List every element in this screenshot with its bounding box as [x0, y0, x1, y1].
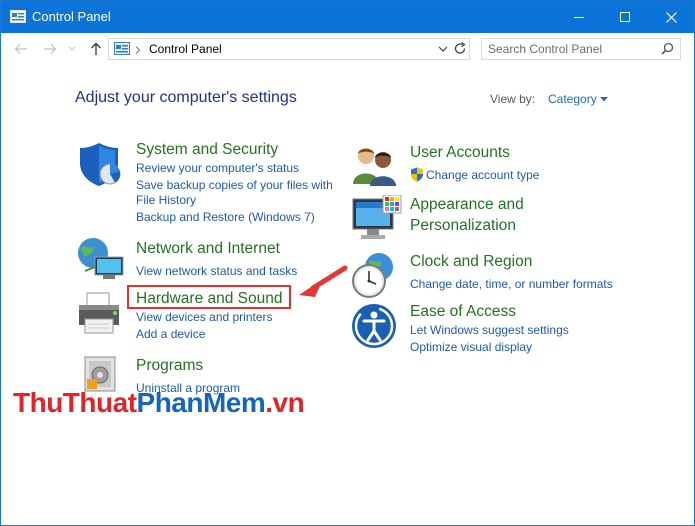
- review-status-link[interactable]: Review your computer's status: [136, 161, 299, 175]
- chevron-down-icon: [68, 46, 76, 51]
- user-accounts-link[interactable]: User Accounts: [410, 144, 510, 162]
- minimize-button[interactable]: [556, 1, 602, 33]
- red-arrow-annotation: [299, 265, 348, 297]
- page-heading: Adjust your computer's settings: [75, 89, 297, 106]
- breadcrumb-control-panel[interactable]: Control Panel: [149, 42, 222, 56]
- view-devices-printers-link[interactable]: View devices and printers: [136, 310, 273, 324]
- breadcrumb-separator-icon: [135, 46, 141, 54]
- maximize-button[interactable]: [602, 1, 648, 33]
- system-and-security-link[interactable]: System and Security: [136, 141, 278, 159]
- change-account-type-link[interactable]: Change account type: [426, 168, 539, 182]
- title-bar[interactable]: Control Panel: [1, 1, 694, 33]
- address-bar[interactable]: Control Panel: [108, 38, 470, 60]
- appearance-personalization-link-line1[interactable]: Appearance and: [410, 196, 524, 214]
- clock-globe-icon: [352, 253, 393, 298]
- recent-locations-button[interactable]: [67, 41, 77, 57]
- search-box[interactable]: [481, 38, 681, 60]
- ease-of-access-icon: [352, 304, 396, 348]
- change-date-formats-link[interactable]: Change date, time, or number formats: [410, 277, 613, 291]
- add-device-link[interactable]: Add a device: [136, 327, 205, 341]
- save-backup-copies-link[interactable]: Save backup copies of your files with: [136, 178, 333, 192]
- watermark: ThuThuatPhanMem.vn: [13, 387, 305, 419]
- search-icon[interactable]: [661, 42, 674, 55]
- search-input[interactable]: [488, 41, 658, 57]
- clock-and-region-link[interactable]: Clock and Region: [410, 253, 532, 271]
- hardware-and-sound-link[interactable]: Hardware and Sound: [136, 290, 283, 308]
- watermark-part1: ThuThuat: [13, 387, 137, 418]
- printer-icon: [79, 292, 119, 334]
- up-arrow-icon: [91, 42, 101, 55]
- close-button[interactable]: [648, 1, 694, 33]
- close-icon: [665, 11, 677, 23]
- appearance-personalization-link-line2[interactable]: Personalization: [410, 217, 516, 235]
- shield-icon: [80, 143, 121, 186]
- control-panel-icon: [114, 42, 130, 55]
- forward-arrow-icon: [44, 44, 57, 54]
- refresh-icon[interactable]: [454, 42, 467, 56]
- view-by-dropdown[interactable]: Category: [548, 92, 597, 106]
- control-panel-app-icon: [10, 10, 26, 23]
- address-dropdown-icon[interactable]: [438, 46, 448, 53]
- users-icon: [353, 148, 396, 186]
- back-arrow-icon: [14, 44, 27, 54]
- windows-suggest-settings-link[interactable]: Let Windows suggest settings: [410, 323, 569, 337]
- maximize-icon: [620, 12, 630, 22]
- watermark-part3: .vn: [265, 387, 305, 418]
- network-and-internet-link[interactable]: Network and Internet: [136, 240, 280, 258]
- ease-of-access-link[interactable]: Ease of Access: [410, 303, 516, 321]
- control-panel-window: Control Panel Control Panel Search Contr…: [0, 0, 695, 526]
- backup-restore-link[interactable]: Backup and Restore (Windows 7): [136, 210, 315, 224]
- minimize-icon: [574, 17, 584, 18]
- window-title: Control Panel: [32, 9, 111, 24]
- uac-shield-icon: [411, 167, 423, 182]
- optimize-visual-display-link[interactable]: Optimize visual display: [410, 340, 532, 354]
- programs-link[interactable]: Programs: [136, 357, 203, 375]
- view-by-caret-icon[interactable]: [600, 97, 608, 102]
- network-icon: [78, 238, 124, 279]
- monitor-icon: [352, 195, 402, 239]
- back-button[interactable]: [12, 41, 30, 57]
- view-network-status-link[interactable]: View network status and tasks: [136, 264, 297, 278]
- file-history-link[interactable]: File History: [136, 193, 196, 207]
- forward-button[interactable]: [41, 41, 59, 57]
- up-button[interactable]: [87, 41, 105, 57]
- watermark-part2: PhanMem: [136, 387, 266, 418]
- view-by-label: View by:: [490, 92, 536, 106]
